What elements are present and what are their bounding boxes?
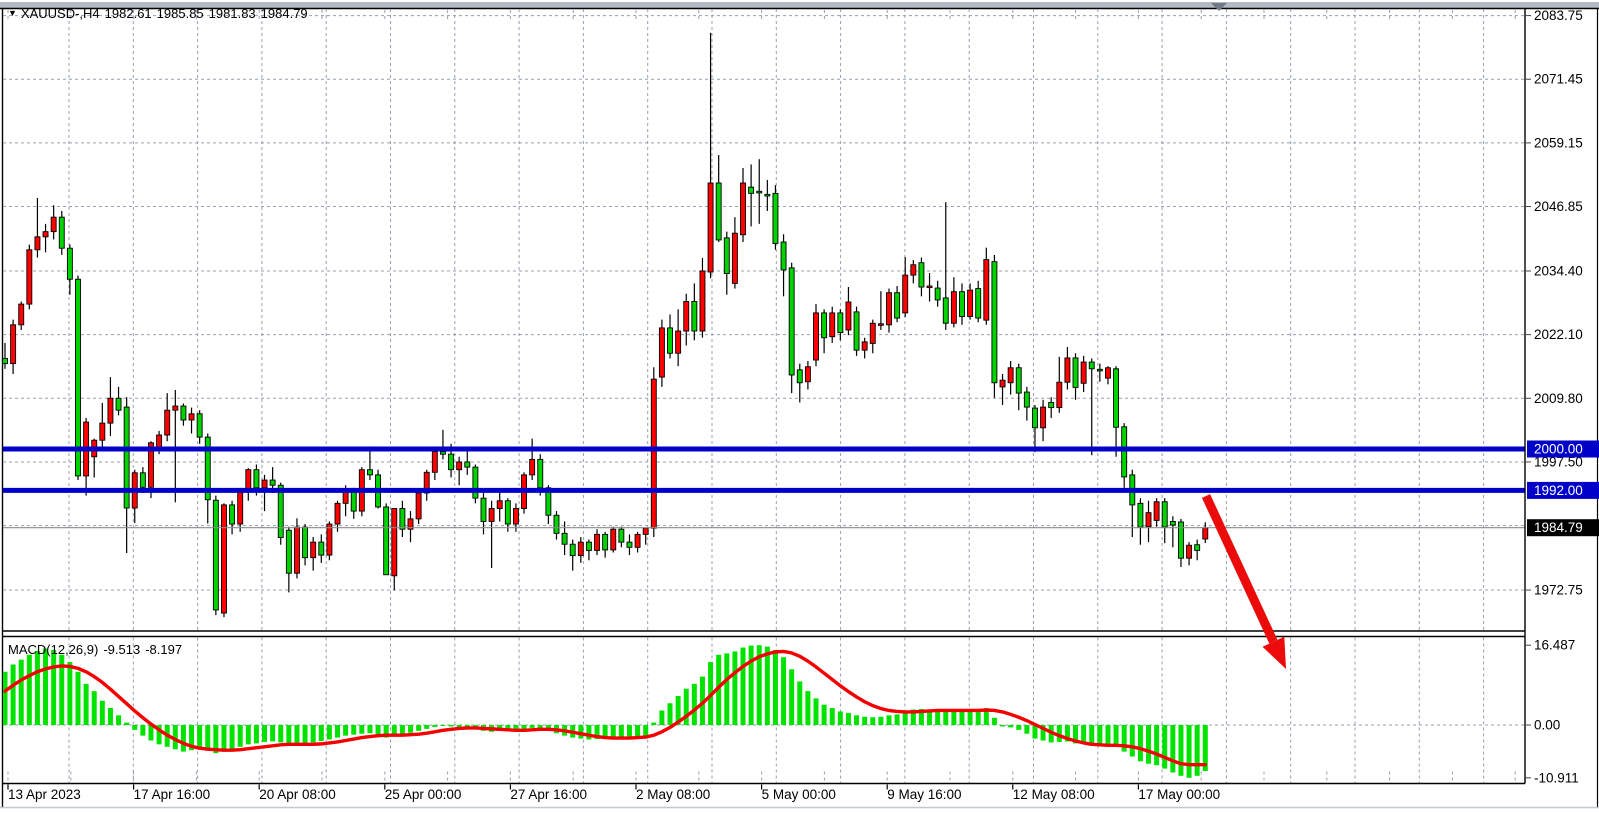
time-tick-label: 5 May 00:00 (762, 787, 836, 802)
candle (992, 255, 997, 398)
price-tick-label: 2071.45 (1534, 72, 1583, 87)
price-tick-label: 2083.75 (1534, 8, 1583, 23)
candle (854, 307, 859, 356)
candle (59, 211, 64, 255)
hline-price-tag: 2000.00 (1527, 441, 1599, 458)
time-tick-label: 27 Apr 16:00 (510, 787, 587, 802)
macd-tick-label: -10.911 (1534, 770, 1579, 785)
open-value: 1982.61 (105, 6, 152, 21)
candle (651, 367, 656, 537)
candle (659, 320, 664, 387)
hline-price-tag: 1992.00 (1527, 482, 1599, 499)
price-tick-label: 2034.40 (1534, 263, 1583, 278)
candle (984, 248, 989, 325)
close-value: 1984.79 (261, 6, 308, 21)
current-price-tag: 1984.79 (1527, 519, 1599, 536)
svg-text:2000.00: 2000.00 (1534, 442, 1583, 457)
symbol-ohlc-header: ▼ XAUUSD-,H4 1982.61 1985.85 1981.83 1984.79 (8, 6, 308, 21)
macd-name: MACD(12,26,9) (8, 642, 98, 657)
symbol-period-label: XAUUSD-,H4 (21, 6, 100, 21)
candle (789, 263, 794, 393)
macd-tick-label: 16.487 (1534, 638, 1575, 653)
price-tick-label: 1972.75 (1534, 583, 1583, 598)
price-tick-label: 2022.10 (1534, 327, 1583, 342)
macd-main-value: -9.513 (103, 642, 140, 657)
candle (27, 245, 32, 310)
candle (611, 527, 616, 553)
candle (384, 503, 389, 574)
macd-tick-label: 0.00 (1534, 718, 1560, 733)
low-value: 1981.83 (209, 6, 256, 21)
svg-text:1992.00: 1992.00 (1534, 483, 1583, 498)
time-tick-label: 12 May 08:00 (1013, 787, 1095, 802)
chart-canvas[interactable]: 2083.75 2071.45 2059.15 2046.85 2034.40 2022.… (0, 0, 1599, 813)
svg-text:1984.79: 1984.79 (1534, 520, 1583, 535)
price-tick-label: 2046.85 (1534, 199, 1583, 214)
time-tick-label: 17 May 00:00 (1138, 787, 1220, 802)
time-tick-label: 9 May 16:00 (887, 787, 961, 802)
macd-signal-value: -8.197 (145, 642, 182, 657)
time-tick-label: 20 Apr 08:00 (259, 787, 336, 802)
candle (814, 304, 819, 366)
high-value: 1985.85 (157, 6, 204, 21)
price-tick-label: 2059.15 (1534, 135, 1583, 150)
candle (213, 496, 218, 616)
chart-window: 2083.75 2071.45 2059.15 2046.85 2034.40 2022.… (0, 0, 1599, 813)
candle (473, 465, 478, 504)
candle (221, 503, 226, 617)
candle (522, 472, 527, 513)
time-tick-label: 17 Apr 16:00 (134, 787, 211, 802)
time-tick-label: 25 Apr 00:00 (385, 787, 462, 802)
macd-indicator-label: MACD(12,26,9) -9.513 -8.197 (8, 642, 182, 657)
time-tick-label: 2 May 08:00 (636, 787, 710, 802)
time-tick-label: 13 Apr 2023 (8, 787, 81, 802)
price-tick-label: 2009.80 (1534, 391, 1583, 406)
candle (416, 490, 421, 524)
candle (773, 185, 778, 250)
symbol-dropdown-icon[interactable]: ▼ (8, 8, 17, 18)
